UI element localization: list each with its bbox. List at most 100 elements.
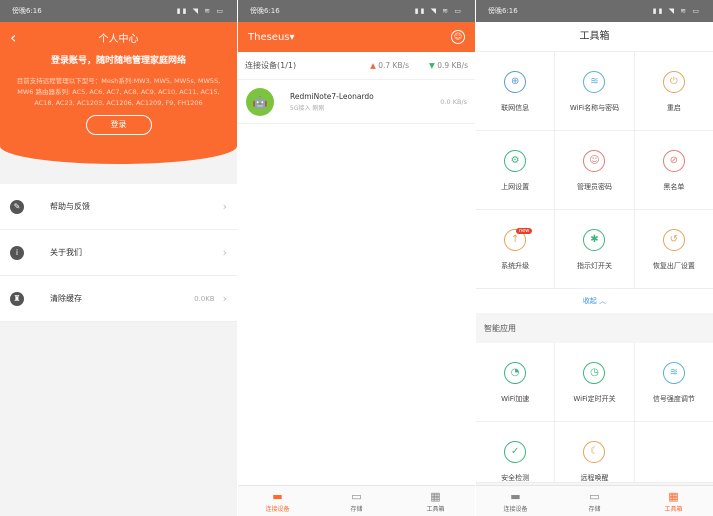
collapse-button[interactable]: 收起 ︿ xyxy=(476,289,713,313)
tool-label: 管理员密码 xyxy=(576,183,612,191)
new-badge: new xyxy=(516,228,533,234)
tool-label: 指示灯开关 xyxy=(576,262,612,270)
tab-tools[interactable]: ▦ 工具箱 xyxy=(396,486,475,516)
tab-devices[interactable]: ▬ 连接设备 xyxy=(238,486,317,516)
toolbox-screen: 傍晚6:16 ▮▮ ◥ ≋ ▭ 工具箱 ⊕ 联网信息 ≋ WiFi名称与密码 ⏻ 重启 ⚙ 上网… xyxy=(476,0,713,516)
tab-label: 工具箱 xyxy=(664,506,683,513)
profile-screen: 傍晚6:16 ▮▮ ◥ ≋ ▭ ‹ 个人中心 登录账号，随时随地管理家庭网络 目前… xyxy=(0,0,237,516)
menu-label: 帮助与反馈 xyxy=(50,202,90,211)
tool-label: 系统升级 xyxy=(501,262,530,270)
tab-tools[interactable]: ▦ 工具箱 xyxy=(634,486,713,516)
network-selector[interactable]: Theseus▾ xyxy=(248,32,295,43)
menu-label: 清除缓存 xyxy=(50,294,82,303)
chevron-right-icon: › xyxy=(222,246,227,259)
chevron-right-icon: › xyxy=(222,200,227,213)
tool-item[interactable]: ⏻ 重启 xyxy=(634,52,713,130)
tool-icon: ↺ xyxy=(662,229,685,251)
tab-storage[interactable]: ▭ 存储 xyxy=(317,486,396,516)
tool-item[interactable]: ✓ 安全检测 xyxy=(476,422,555,482)
tool-icon: ⊕ xyxy=(504,71,527,93)
drive-icon: ▭ xyxy=(351,490,362,503)
bottom-nav: ▬ 连接设备 ▭ 存储 ▦ 工具箱 xyxy=(238,485,475,516)
tool-item[interactable]: new ↑ 系统升级 xyxy=(476,210,555,288)
collapse-label: 收起 xyxy=(582,297,597,305)
login-button[interactable]: 登录 xyxy=(85,115,152,135)
tool-item[interactable]: ⚙ 上网设置 xyxy=(476,131,555,209)
bottom-nav: ▬ 连接设备 ▭ 存储 ▦ 工具箱 xyxy=(476,485,713,516)
download-speed: 0.9 KB/s xyxy=(437,61,468,70)
empty-cell xyxy=(634,422,713,482)
chevron-right-icon: › xyxy=(222,292,227,305)
device-info: 5G接入 刚刚 xyxy=(290,104,325,112)
smart-apps-title: 智能应用 xyxy=(484,324,516,333)
tool-label: 黑名单 xyxy=(663,183,685,191)
status-bar: 傍晚6:16 ▮▮ ◥ ≋ ▭ xyxy=(476,0,713,22)
tool-item[interactable]: ☺ 管理员密码 xyxy=(555,131,634,209)
caret-down-icon: ▾ xyxy=(289,31,295,43)
tool-icon: ⏻ xyxy=(662,71,685,93)
menu-item[interactable]: i 关于我们 › xyxy=(0,230,237,276)
tool-item[interactable]: ◔ WiFi加速 xyxy=(476,343,555,421)
menu-value: 0.0KB xyxy=(194,294,215,303)
chevron-up-icon: ︿ xyxy=(599,297,607,305)
tool-label: 联网信息 xyxy=(501,104,530,112)
devices-section: 连接设备(1/1) ▲ 0.7 KB/s ▼ 0.9 KB/s xyxy=(238,52,475,80)
network-name: Theseus xyxy=(248,31,290,43)
tool-icon: ≋ xyxy=(583,71,606,93)
signal-wifi-battery-icons: ▮▮ ◥ ≋ ▭ xyxy=(652,7,701,15)
tool-icon: ⚙ xyxy=(504,150,527,172)
tools-grid: ⊕ 联网信息 ≋ WiFi名称与密码 ⏻ 重启 ⚙ 上网设置 ☺ 管理员密码 ⊘ 黑名单 new ↑ 系统升… xyxy=(476,52,713,289)
tab-storage[interactable]: ▭ 存储 xyxy=(555,486,634,516)
tool-label: 信号强度调节 xyxy=(652,395,695,403)
tool-icon: ◷ xyxy=(583,362,606,384)
device-name: RedmiNote7-Leonardo xyxy=(290,91,374,101)
tool-item[interactable]: ◷ WiFi定时开关 xyxy=(555,343,634,421)
menu-item[interactable]: ✎ 帮助与反馈 › xyxy=(0,184,237,230)
tool-item[interactable]: ↺ 恢复出厂设置 xyxy=(634,210,713,288)
tool-icon: ◔ xyxy=(504,362,527,384)
tool-item[interactable]: ☾ 远程唤醒 xyxy=(555,422,634,482)
user-icon[interactable]: ☺ xyxy=(451,30,465,44)
tool-item[interactable]: ≋ WiFi名称与密码 xyxy=(555,52,634,130)
tab-label: 连接设备 xyxy=(503,506,528,513)
clock: 傍晚6:16 xyxy=(12,7,42,15)
tool-item[interactable]: ✱ 指示灯开关 xyxy=(555,210,634,288)
tool-item[interactable]: ⊘ 黑名单 xyxy=(634,131,713,209)
tab-devices[interactable]: ▬ 连接设备 xyxy=(476,486,555,516)
tool-label: WiFi名称与密码 xyxy=(569,104,620,112)
upload-icon: ▲ xyxy=(370,61,379,70)
devices-header: Theseus▾ ☺ xyxy=(238,22,475,52)
grid-icon: ▦ xyxy=(668,490,679,503)
tool-icon: ☾ xyxy=(583,441,606,463)
tool-label: WiFi加速 xyxy=(501,395,530,403)
clock: 傍晚6:16 xyxy=(488,7,518,15)
tool-icon: ⊘ xyxy=(662,150,685,172)
monitor-icon: ▬ xyxy=(510,490,521,503)
smart-apps-grid: ◔ WiFi加速 ◷ WiFi定时开关 ≋ 信号强度调节 ✓ 安全检测 ☾ 远程唤醒 xyxy=(476,343,713,483)
device-speed: 0.0 KB/s xyxy=(440,97,467,106)
menu-label: 关于我们 xyxy=(50,248,82,257)
device-row[interactable]: 🤖 RedmiNote7-Leonardo 5G接入 刚刚 0.0 KB/s xyxy=(238,80,475,124)
slogan: 登录账号，随时随地管理家庭网络 xyxy=(50,56,186,66)
tab-label: 存储 xyxy=(588,506,601,513)
tool-label: WiFi定时开关 xyxy=(573,395,616,403)
download-icon: ▼ xyxy=(429,61,438,70)
monitor-icon: ▬ xyxy=(272,490,283,503)
tool-label: 上网设置 xyxy=(501,183,530,191)
menu-item[interactable]: ♜ 清除缓存 0.0KB › xyxy=(0,276,237,322)
tool-item[interactable]: ⊕ 联网信息 xyxy=(476,52,555,130)
tool-label: 重启 xyxy=(666,104,681,112)
tab-label: 工具箱 xyxy=(426,506,445,513)
tool-label: 安全检测 xyxy=(501,474,530,482)
grid-icon: ▦ xyxy=(430,490,441,503)
page-title: 个人中心 xyxy=(98,34,139,45)
info-icon: i xyxy=(10,245,24,260)
back-icon[interactable]: ‹ xyxy=(10,28,16,47)
supported-models: 目前支持远程管理以下型号：Mesh系列:MW3, MW5, MW5s, MW5S… xyxy=(16,77,221,107)
status-bar: 傍晚6:16 ▮▮ ◥ ≋ ▭ xyxy=(238,0,475,22)
tool-item[interactable]: ≋ 信号强度调节 xyxy=(634,343,713,421)
tool-icon: ☺ xyxy=(583,150,606,172)
section-title: 连接设备(1/1) xyxy=(245,61,297,70)
tool-icon: ✱ xyxy=(583,229,606,251)
edit-icon: ✎ xyxy=(10,199,24,214)
